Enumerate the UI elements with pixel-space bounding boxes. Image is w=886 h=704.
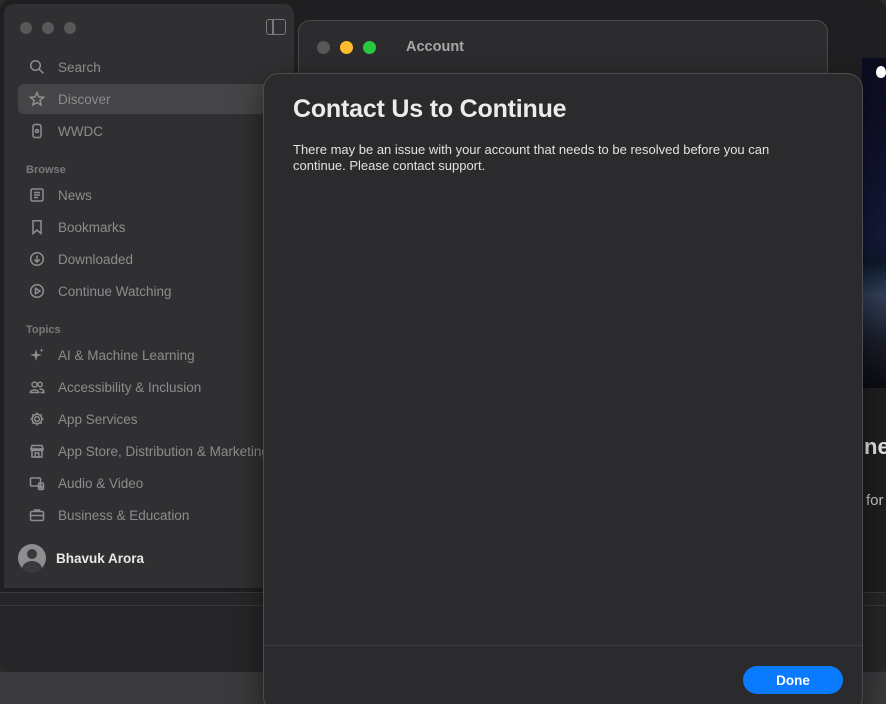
sidebar-item-label: Accessibility & Inclusion	[58, 379, 202, 395]
sidebar: Search Discover WWDC Browse News Bookmar…	[4, 4, 294, 588]
newspaper-icon	[28, 186, 46, 204]
featured-description: for	[866, 492, 884, 509]
play-circle-icon	[28, 282, 46, 300]
featured-hero-image[interactable]	[862, 58, 886, 388]
account-window-title: Account	[406, 39, 464, 55]
window-minimize-button[interactable]	[42, 22, 54, 34]
sidebar-item-label: Continue Watching	[58, 283, 172, 299]
sidebar-item-label: Discover	[58, 91, 111, 107]
bookmark-icon	[28, 218, 46, 236]
profile-name: Bhavuk Arora	[56, 550, 145, 566]
sidebar-item-label: Bookmarks	[58, 219, 126, 235]
device-icon	[28, 122, 46, 140]
sidebar-item-label: AI & Machine Learning	[58, 347, 195, 363]
sidebar-item-wwdc[interactable]: WWDC	[18, 116, 280, 146]
sidebar-item-news[interactable]: News	[18, 180, 280, 210]
star-icon	[28, 90, 46, 108]
sidebar-item-label: News	[58, 187, 92, 203]
sidebar-item-label: Search	[58, 59, 101, 75]
done-button[interactable]: Done	[743, 666, 843, 694]
sidebar-item-business-education[interactable]: Business & Education	[18, 500, 280, 530]
account-zoom-button[interactable]	[363, 41, 376, 54]
featured-heading: ne	[864, 434, 886, 459]
apple-logo-icon	[876, 66, 886, 78]
sparkles-icon	[28, 346, 46, 364]
sidebar-item-label: App Store, Distribution & Marketing	[58, 443, 269, 459]
download-icon	[28, 250, 46, 268]
sidebar-toggle-icon[interactable]	[266, 19, 286, 35]
sidebar-item-audio-video[interactable]: Audio & Video	[18, 468, 280, 498]
storefront-icon	[28, 442, 46, 460]
sidebar-item-accessibility-inclusion[interactable]: Accessibility & Inclusion	[18, 372, 280, 402]
gear-icon	[28, 410, 46, 428]
browse-section-heading: Browse	[26, 164, 66, 176]
sidebar-item-downloaded[interactable]: Downloaded	[18, 244, 280, 274]
sidebar-item-bookmarks[interactable]: Bookmarks	[18, 212, 280, 242]
sidebar-item-label: Business & Education	[58, 507, 190, 523]
sidebar-item-discover[interactable]: Discover	[18, 84, 280, 114]
briefcase-icon	[28, 506, 46, 524]
sidebar-item-app-store-distribution-marketing[interactable]: App Store, Distribution & Marketing	[18, 436, 280, 466]
people-icon	[28, 378, 46, 396]
sheet-divider	[264, 645, 862, 646]
window-close-button[interactable]	[20, 22, 32, 34]
sidebar-item-label: Audio & Video	[58, 475, 144, 491]
avatar	[18, 544, 46, 572]
sidebar-item-label: WWDC	[58, 123, 103, 139]
sidebar-item-app-services[interactable]: App Services	[18, 404, 280, 434]
sidebar-item-label: App Services	[58, 411, 138, 427]
sidebar-item-ai-machine-learning[interactable]: AI & Machine Learning	[18, 340, 280, 370]
topics-section-heading: Topics	[26, 324, 61, 336]
sidebar-item-label: Downloaded	[58, 251, 134, 267]
sidebar-item-continue-watching[interactable]: Continue Watching	[18, 276, 280, 306]
sheet-message: There may be an issue with your account …	[293, 142, 770, 173]
contact-us-sheet: Contact Us to Continue There may be an i…	[263, 73, 863, 704]
audio-video-icon	[28, 474, 46, 492]
sidebar-item-search[interactable]: Search	[18, 52, 280, 82]
account-close-button[interactable]	[317, 41, 330, 54]
window-zoom-button[interactable]	[64, 22, 76, 34]
sheet-title: Contact Us to Continue	[293, 95, 567, 123]
account-minimize-button[interactable]	[340, 41, 353, 54]
profile-button[interactable]: Bhavuk Arora	[18, 540, 144, 576]
search-icon	[28, 58, 46, 76]
